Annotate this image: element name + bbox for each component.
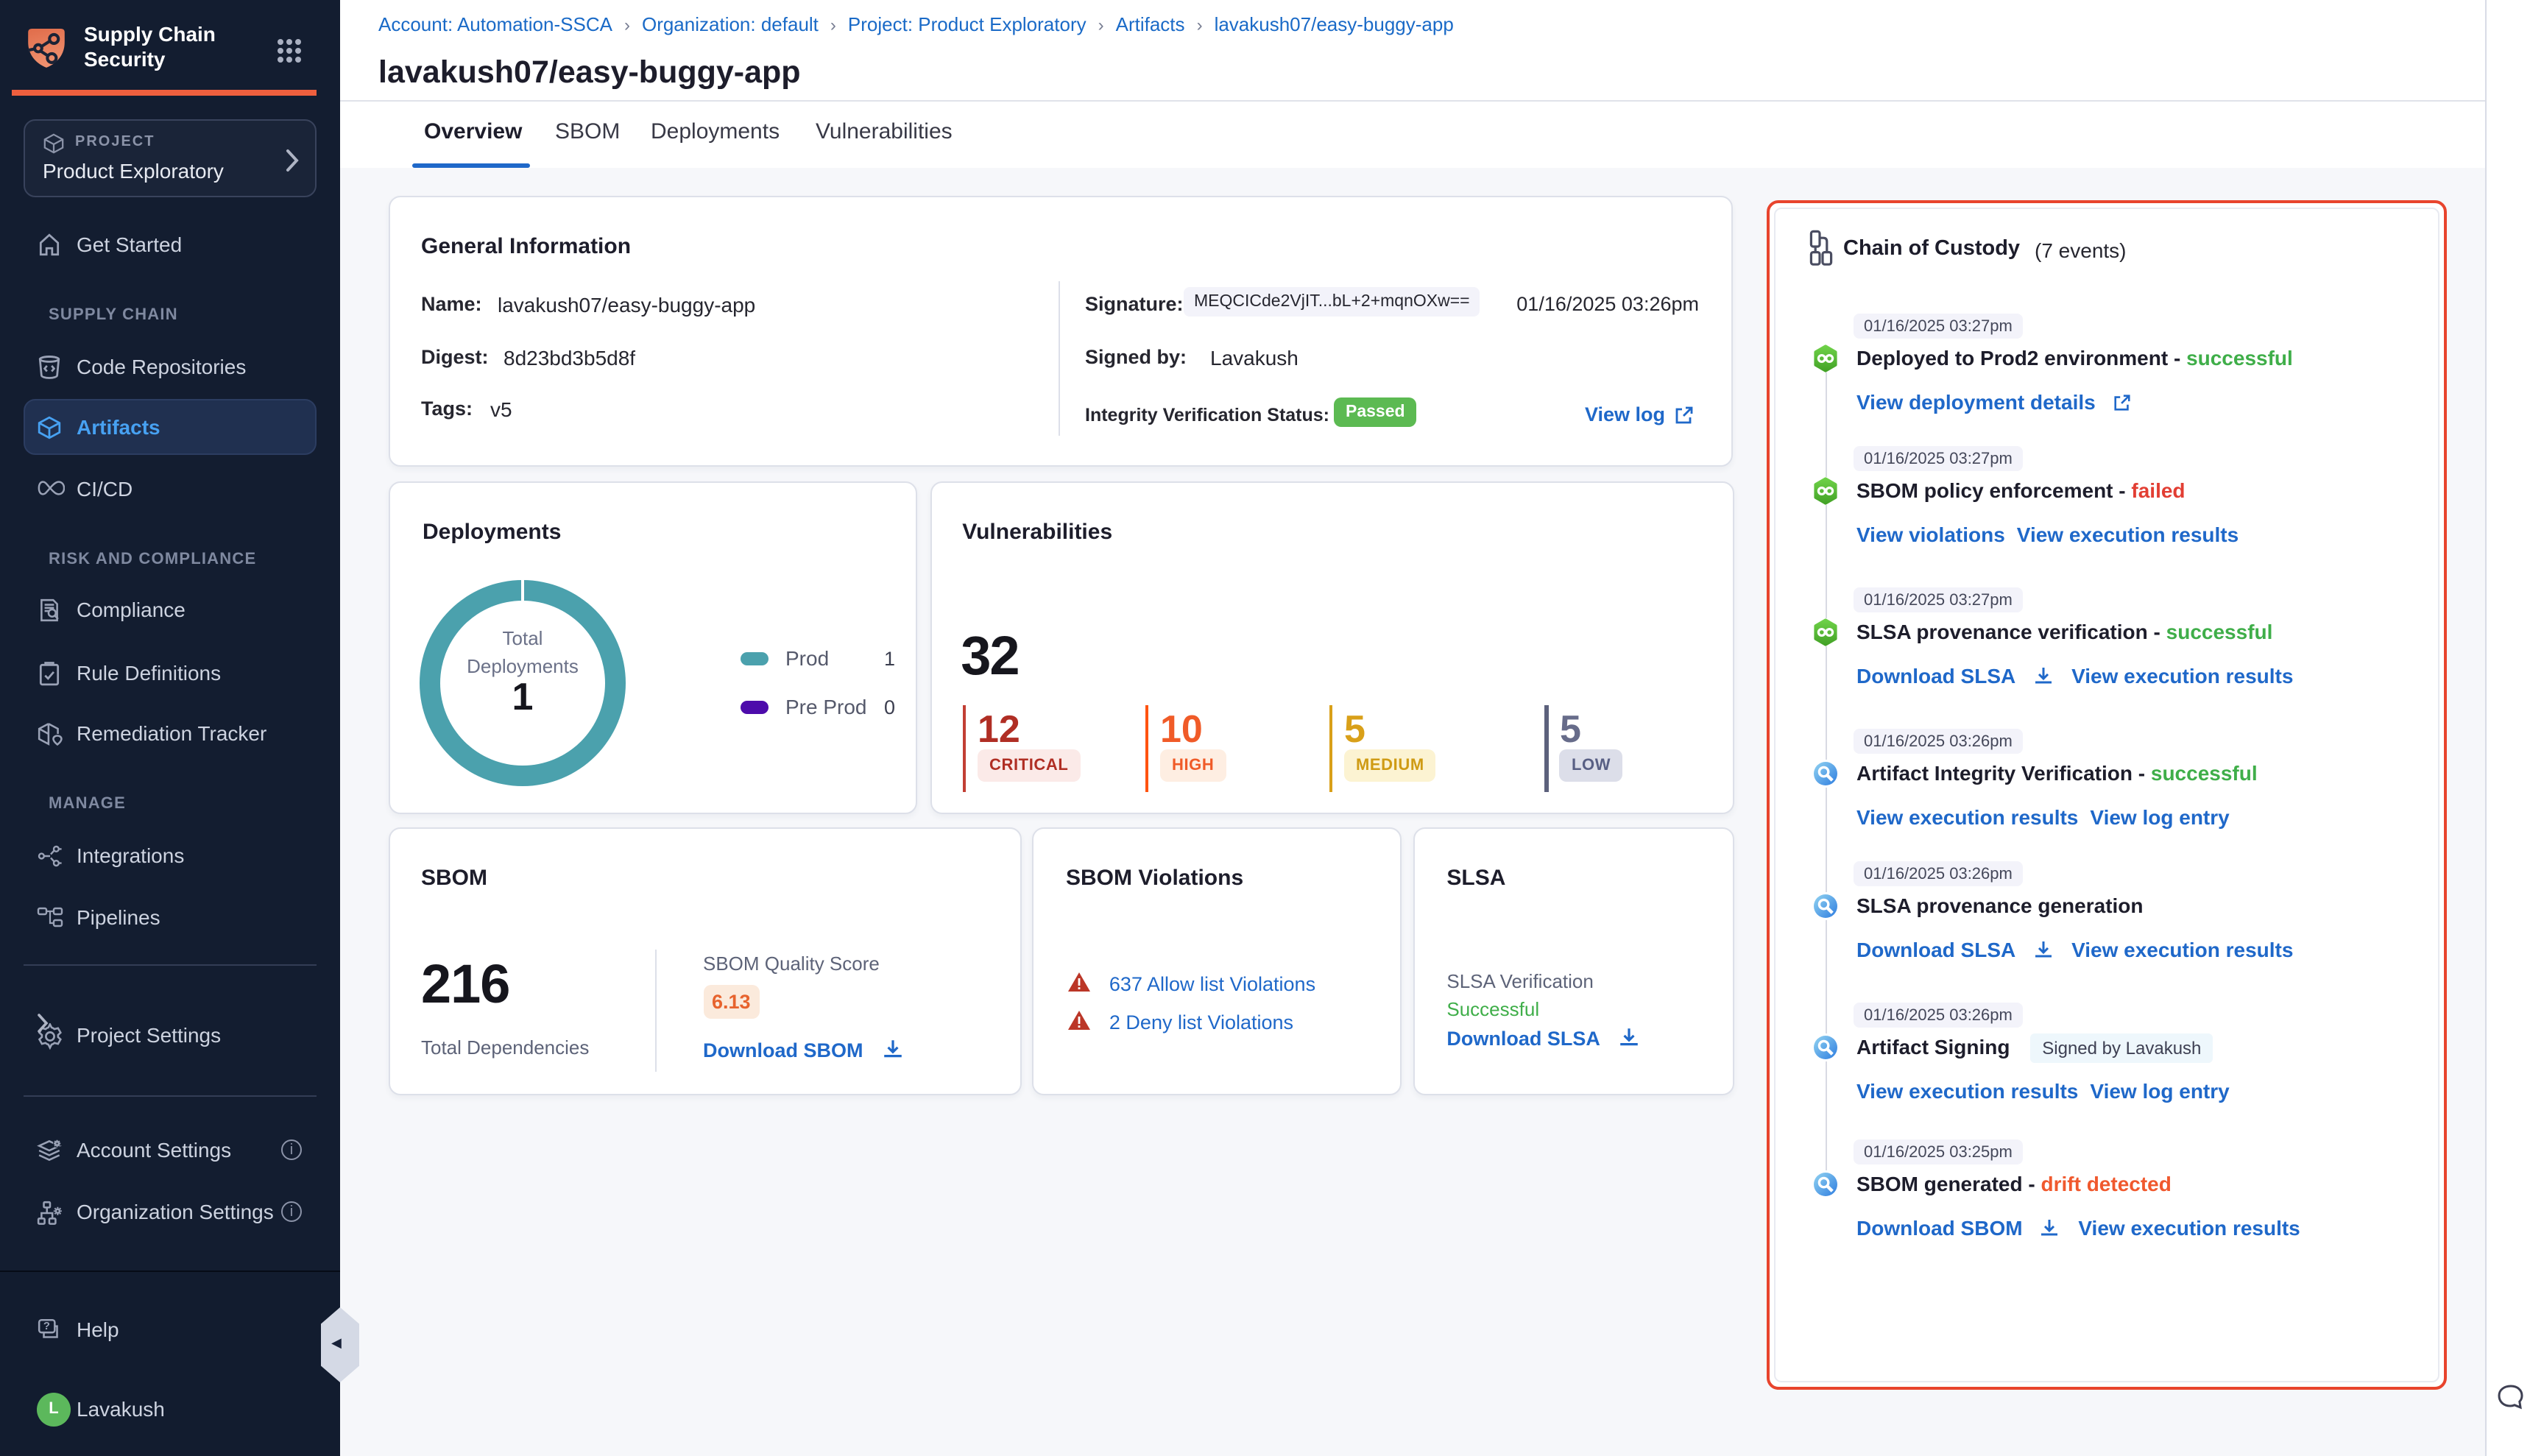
svg-text:?: ?: [43, 1321, 50, 1332]
